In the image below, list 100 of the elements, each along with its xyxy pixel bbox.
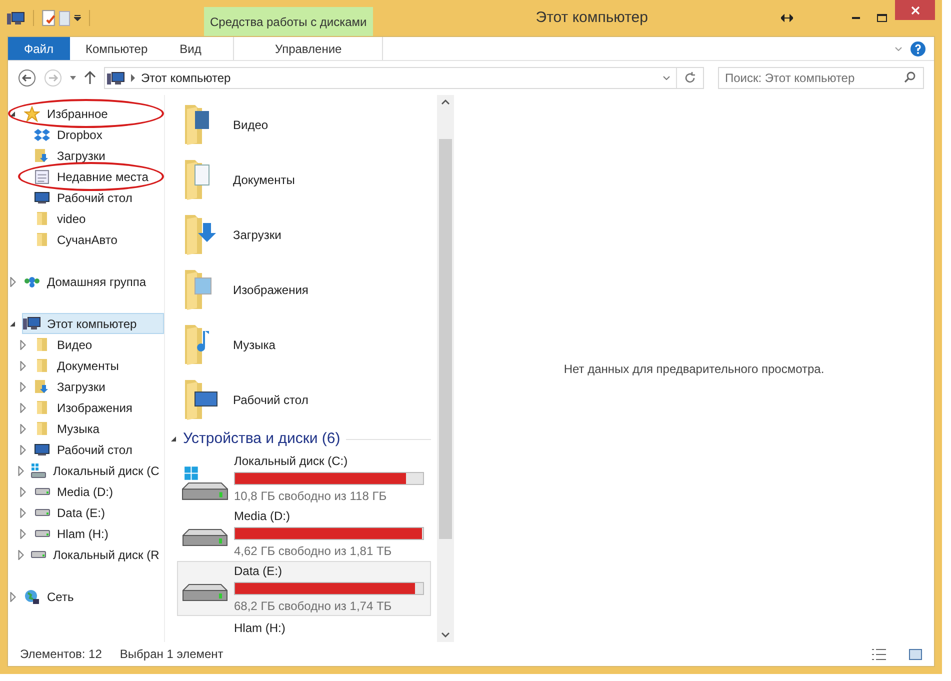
expand-arrow-icon[interactable] [18, 466, 24, 476]
close-button[interactable] [895, 0, 935, 20]
drive-name: Локальный диск (C:) [234, 453, 349, 470]
nav-item[interactable]: Сеть [22, 586, 83, 607]
nav-item[interactable]: video [32, 208, 95, 229]
monitor-icon [34, 444, 50, 456]
scroll-up-icon[interactable] [441, 99, 450, 105]
drive-tile[interactable]: Hlam (H:) [177, 616, 431, 640]
expand-arrow-icon[interactable] [20, 444, 26, 454]
ribbon-tab[interactable]: Файл [8, 37, 70, 60]
expanded-arrow-icon[interactable] [171, 436, 177, 442]
search-field[interactable]: Поиск: Этот компьютер [718, 67, 924, 89]
nav-item[interactable]: Документы [32, 355, 128, 376]
folder-label[interactable]: Видео [233, 116, 268, 134]
globe-icon [24, 588, 40, 604]
network-globe-icon [24, 276, 40, 288]
expand-arrow-icon[interactable] [20, 508, 26, 518]
preview-message: Нет данных для предварительного просмотра. [564, 360, 824, 378]
nav-item[interactable]: Data (E:) [32, 502, 114, 523]
drive-name: Media (D:) [234, 508, 292, 525]
nav-item[interactable]: Домашняя группа [22, 271, 156, 292]
folder-label[interactable]: Рабочий стол [233, 390, 308, 408]
nav-item[interactable]: Загрузки [32, 376, 114, 397]
nav-item[interactable]: Рабочий стол [32, 187, 142, 208]
address-path: Этот компьютер [141, 70, 232, 87]
nav-item[interactable]: Изображения [32, 397, 142, 418]
nav-item[interactable]: Локальный диск (R [28, 544, 164, 565]
folder-icon [37, 338, 47, 351]
drive-tile[interactable]: Data (E:) 68,2 ГБ свободно из 1,74 ТБ [177, 561, 431, 616]
expanded-arrow-icon[interactable] [10, 110, 16, 116]
folder-icon [37, 359, 47, 372]
nav-item[interactable]: Музыка [32, 418, 108, 439]
nav-item[interactable]: Media (D:) [32, 481, 122, 502]
chevron-down-icon[interactable] [663, 76, 670, 80]
tiles-view-icon[interactable] [909, 648, 922, 660]
refresh-icon[interactable] [683, 71, 697, 85]
nav-item[interactable]: Этот компьютер [22, 313, 164, 334]
folder-icon [37, 212, 47, 225]
breadcrumb-arrow-icon[interactable] [131, 74, 135, 82]
drive-tile[interactable]: Локальный диск (C:) 10,8 ГБ свободно из 118 ГБ [177, 451, 431, 506]
expand-arrow-icon[interactable] [20, 382, 26, 392]
computer-icon [7, 12, 25, 24]
expanded-arrow-icon[interactable] [10, 320, 16, 326]
details-view-icon[interactable] [871, 648, 887, 660]
nav-item[interactable]: Загрузки [32, 145, 114, 166]
scrollbar[interactable] [437, 95, 454, 642]
address-bar[interactable]: Этот компьютер [104, 67, 704, 89]
monitor-icon [34, 192, 50, 204]
selection-status: Выбран 1 элемент [120, 646, 224, 663]
dropdown-arrow-icon[interactable] [70, 76, 76, 80]
expand-arrow-icon[interactable] [20, 360, 26, 370]
nav-item[interactable]: Недавние места [32, 166, 158, 187]
folder-label[interactable]: Изображения [233, 280, 308, 298]
window-title: Этот компьютер [534, 8, 649, 28]
back-button-icon[interactable] [18, 69, 36, 87]
folder-icon [37, 422, 47, 435]
group-header[interactable]: Устройства и диски (6) [183, 428, 340, 450]
ribbon-tab[interactable]: Управление [233, 37, 384, 60]
folder-label[interactable]: Документы [233, 170, 295, 188]
expand-arrow-icon[interactable] [10, 276, 16, 286]
expand-arrow-icon[interactable] [10, 592, 16, 602]
help-icon[interactable] [910, 40, 926, 56]
download-folder-icon [35, 148, 49, 162]
search-icon[interactable] [904, 71, 916, 83]
system-drive-icon [182, 466, 228, 500]
scroll-thumb[interactable] [439, 139, 452, 539]
expand-arrow-icon[interactable] [20, 486, 26, 496]
expand-arrow-icon[interactable] [20, 402, 26, 412]
dropdown-arrow-icon[interactable] [74, 15, 81, 21]
drive-tile[interactable]: Media (D:) 4,62 ГБ свободно из 1,81 ТБ [177, 506, 431, 561]
nav-item[interactable]: Hlam (H:) [32, 523, 118, 544]
nav-item[interactable]: Избранное [22, 103, 117, 124]
ribbon-tab[interactable]: Компьютер [70, 37, 164, 60]
drive-icon [182, 584, 228, 601]
system-drive-icon [30, 463, 46, 478]
expand-arrow-icon[interactable] [20, 340, 26, 350]
folder-label[interactable]: Загрузки [233, 226, 282, 244]
expand-arrow-icon[interactable] [18, 550, 24, 560]
nav-item[interactable]: СучанАвто [32, 229, 126, 250]
drive-icon [182, 529, 228, 546]
scroll-down-icon[interactable] [441, 632, 450, 638]
drive-icon [34, 509, 50, 516]
properties-icon[interactable] [42, 10, 55, 26]
box-icon [34, 128, 50, 142]
nav-item[interactable]: Локальный диск (C [28, 460, 164, 481]
nav-item[interactable]: Dropbox [32, 124, 112, 145]
star-icon [24, 106, 40, 122]
nav-item[interactable]: Рабочий стол [32, 439, 142, 460]
expand-arrow-icon[interactable] [20, 528, 26, 538]
folder-label[interactable]: Музыка [233, 336, 276, 354]
up-arrow-icon[interactable] [84, 71, 96, 85]
nav-item[interactable]: Видео [32, 334, 102, 355]
chevron-down-icon[interactable] [895, 46, 902, 50]
expand-arrow-icon[interactable] [20, 424, 26, 434]
drive-icon [30, 551, 46, 558]
drive-icon [34, 488, 50, 495]
ribbon-tab[interactable]: Вид [164, 37, 218, 60]
folder-icon [37, 401, 47, 414]
download-folder-icon [35, 380, 49, 394]
resize-arrows-icon [781, 14, 793, 22]
